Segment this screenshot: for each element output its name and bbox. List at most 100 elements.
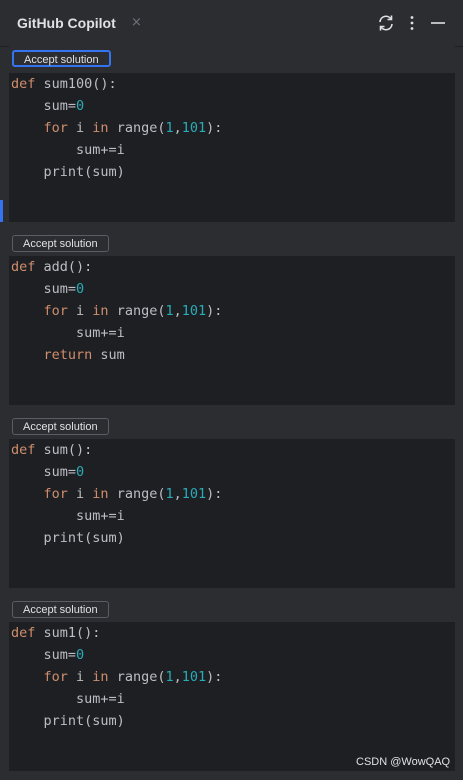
code-line: sum=0 bbox=[11, 644, 85, 666]
code-block[interactable]: def sum(): sum=0 for i in range(1,101): … bbox=[9, 439, 455, 588]
code-token: sum= bbox=[11, 281, 77, 297]
code-token: def bbox=[11, 442, 36, 458]
code-token: i bbox=[67, 669, 93, 685]
code-token: 1 bbox=[165, 303, 174, 319]
code-line: print(sum) bbox=[11, 161, 125, 183]
code-token: 0 bbox=[76, 281, 85, 297]
code-token: range( bbox=[108, 669, 166, 685]
tab-title[interactable]: GitHub Copilot bbox=[17, 15, 116, 31]
code-token: 101 bbox=[181, 669, 207, 685]
code-token: 0 bbox=[76, 98, 85, 114]
code-line: for i in range(1,101): bbox=[11, 483, 223, 505]
code-line: sum+=i bbox=[11, 139, 125, 161]
code-token: i bbox=[67, 486, 93, 502]
code-token: print(sum) bbox=[11, 164, 125, 180]
code-token: print(sum) bbox=[11, 530, 125, 546]
code-token: sum100(): bbox=[35, 76, 117, 92]
code-token: , bbox=[173, 486, 182, 502]
code-line: for i in range(1,101): bbox=[11, 300, 223, 322]
solution-panel-3: Accept solution def sum(): sum=0 for i i… bbox=[9, 411, 455, 588]
watermark: CSDN @WowQAQ bbox=[356, 756, 451, 768]
code-token: 0 bbox=[76, 647, 85, 663]
code-token: 1 bbox=[165, 669, 174, 685]
code-token: in bbox=[92, 486, 109, 502]
code-line: for i in range(1,101): bbox=[11, 117, 223, 139]
code-token: range( bbox=[108, 120, 166, 136]
code-token: sum1(): bbox=[35, 625, 101, 641]
code-token: def bbox=[11, 259, 36, 275]
code-token: , bbox=[173, 669, 182, 685]
more-vertical-icon[interactable] bbox=[403, 14, 421, 32]
code-token: 101 bbox=[181, 486, 207, 502]
accept-solution-button[interactable]: Accept solution bbox=[12, 418, 109, 435]
code-line: sum+=i bbox=[11, 688, 125, 710]
code-token: ): bbox=[206, 486, 223, 502]
code-block[interactable]: def sum100(): sum=0 for i in range(1,101… bbox=[9, 73, 455, 222]
accept-solution-button[interactable]: Accept solution bbox=[12, 50, 111, 67]
solution-panel-1: Accept solution def sum100(): sum=0 for … bbox=[9, 45, 455, 222]
code-block[interactable]: def add(): sum=0 for i in range(1,101): … bbox=[9, 256, 455, 405]
code-token: for bbox=[43, 669, 68, 685]
code-line: sum=0 bbox=[11, 95, 85, 117]
code-token: sum+=i bbox=[11, 325, 125, 341]
code-token: sum(): bbox=[35, 442, 93, 458]
code-line: print(sum) bbox=[11, 710, 125, 732]
gutter-marker bbox=[0, 200, 3, 222]
code-token: def bbox=[11, 625, 36, 641]
code-line: def sum(): bbox=[11, 439, 92, 461]
code-line: def sum100(): bbox=[11, 73, 117, 95]
code-token: range( bbox=[108, 486, 166, 502]
code-line: def sum1(): bbox=[11, 622, 100, 644]
code-token: 1 bbox=[165, 486, 174, 502]
code-token: ): bbox=[206, 303, 223, 319]
accept-solution-button[interactable]: Accept solution bbox=[12, 235, 109, 252]
solution-panel-4: Accept solution def sum1(): sum=0 for i … bbox=[9, 594, 455, 771]
close-tab-icon[interactable]: × bbox=[131, 15, 142, 31]
solution-panel-2: Accept solution def add(): sum=0 for i i… bbox=[9, 228, 455, 405]
code-block[interactable]: def sum1(): sum=0 for i in range(1,101):… bbox=[9, 622, 455, 771]
code-token: sum bbox=[92, 347, 125, 363]
code-token: sum+=i bbox=[11, 142, 125, 158]
code-token: ): bbox=[206, 120, 223, 136]
code-token: for bbox=[43, 120, 68, 136]
code-token: ): bbox=[206, 669, 223, 685]
code-token: in bbox=[92, 120, 109, 136]
code-line: for i in range(1,101): bbox=[11, 666, 223, 688]
code-token: 0 bbox=[76, 464, 85, 480]
code-token: sum= bbox=[11, 98, 77, 114]
refresh-icon[interactable] bbox=[377, 14, 395, 32]
code-token: for bbox=[43, 303, 68, 319]
code-token: in bbox=[92, 303, 109, 319]
code-token: , bbox=[173, 303, 182, 319]
code-token: sum+=i bbox=[11, 691, 125, 707]
code-token: 101 bbox=[181, 120, 207, 136]
code-token: add(): bbox=[35, 259, 93, 275]
code-token: in bbox=[92, 669, 109, 685]
code-token: sum+=i bbox=[11, 508, 125, 524]
code-token: for bbox=[43, 486, 68, 502]
code-token: 101 bbox=[181, 303, 207, 319]
code-token: return bbox=[43, 347, 93, 363]
code-line: print(sum) bbox=[11, 527, 125, 549]
code-token: sum= bbox=[11, 647, 77, 663]
code-token: print(sum) bbox=[11, 713, 125, 729]
code-token: sum= bbox=[11, 464, 77, 480]
code-token: range( bbox=[108, 303, 166, 319]
minimize-icon[interactable] bbox=[429, 14, 447, 32]
code-token: def bbox=[11, 76, 36, 92]
code-token: , bbox=[173, 120, 182, 136]
code-line: sum=0 bbox=[11, 278, 85, 300]
accept-solution-button[interactable]: Accept solution bbox=[12, 601, 109, 618]
code-token: i bbox=[67, 303, 93, 319]
code-line: sum+=i bbox=[11, 322, 125, 344]
code-line: sum=0 bbox=[11, 461, 85, 483]
tool-window-header: GitHub Copilot × bbox=[0, 0, 463, 47]
code-line: sum+=i bbox=[11, 505, 125, 527]
code-token: 1 bbox=[165, 120, 174, 136]
code-line: def add(): bbox=[11, 256, 92, 278]
